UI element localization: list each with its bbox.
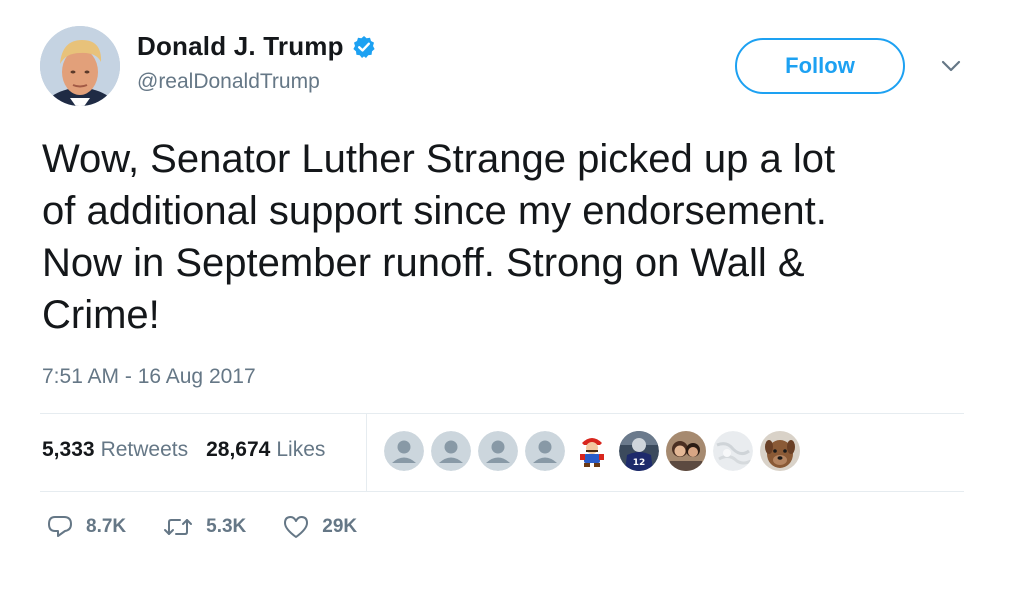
likes-label: Likes xyxy=(276,438,326,461)
couple-photo-avatar-icon xyxy=(666,431,706,471)
liker-avatar-default[interactable] xyxy=(478,431,518,471)
retweet-count: 5.3K xyxy=(206,516,247,537)
like-button[interactable]: 29K xyxy=(282,513,357,541)
white-texture-avatar-icon xyxy=(713,431,753,471)
avatar[interactable] xyxy=(40,26,120,106)
liker-avatar-default[interactable] xyxy=(431,431,471,471)
dog-avatar-icon xyxy=(760,431,800,471)
liker-avatar-mario[interactable] xyxy=(572,431,612,471)
verified-badge-icon xyxy=(353,35,375,58)
reply-icon xyxy=(48,516,72,537)
liker-avatars: 12 xyxy=(384,431,800,471)
display-name[interactable]: Donald J. Trump xyxy=(137,31,344,62)
liker-avatar-dog[interactable] xyxy=(760,431,800,471)
reply-button[interactable]: 8.7K xyxy=(46,513,126,541)
mario-avatar-icon xyxy=(572,431,612,471)
retweets-label: Retweets xyxy=(100,438,189,461)
stats-divider xyxy=(366,414,367,492)
heart-icon xyxy=(284,516,309,538)
default-avatar-icon xyxy=(525,431,565,471)
reply-count: 8.7K xyxy=(86,516,127,537)
divider xyxy=(40,491,964,492)
profile-photo-icon xyxy=(40,26,120,106)
default-avatar-icon xyxy=(384,431,424,471)
user-handle[interactable]: @realDonaldTrump xyxy=(137,70,320,94)
tweet-timestamp[interactable]: 7:51 AM - 16 Aug 2017 xyxy=(42,365,256,389)
football-player-avatar-icon: 12 xyxy=(619,431,659,471)
name-row: Donald J. Trump xyxy=(137,31,376,62)
like-count: 29K xyxy=(322,516,358,537)
chevron-down-icon[interactable] xyxy=(940,58,962,74)
follow-button[interactable]: Follow xyxy=(735,38,905,94)
liker-avatar-texture[interactable] xyxy=(713,431,753,471)
liker-avatar-football[interactable]: 12 xyxy=(619,431,659,471)
retweets-stat[interactable]: 5,333 Retweets xyxy=(42,438,188,462)
likes-count: 28,674 xyxy=(206,438,271,461)
svg-text:12: 12 xyxy=(633,458,646,468)
tweet-stats: 5,333 Retweets 28,674 Likes xyxy=(42,438,325,462)
default-avatar-icon xyxy=(478,431,518,471)
default-avatar-icon xyxy=(431,431,471,471)
liker-avatar-default[interactable] xyxy=(384,431,424,471)
tweet-actions: 8.7K 5.3K 29K xyxy=(46,513,393,541)
tweet-text: Wow, Senator Luther Strange picked up a … xyxy=(42,137,836,337)
retweet-button[interactable]: 5.3K xyxy=(162,513,246,541)
retweets-count: 5,333 xyxy=(42,438,95,461)
divider xyxy=(40,413,964,414)
liker-avatar-default[interactable] xyxy=(525,431,565,471)
likes-stat[interactable]: 28,674 Likes xyxy=(206,438,325,462)
retweet-icon xyxy=(164,519,193,535)
liker-avatar-couple[interactable] xyxy=(666,431,706,471)
